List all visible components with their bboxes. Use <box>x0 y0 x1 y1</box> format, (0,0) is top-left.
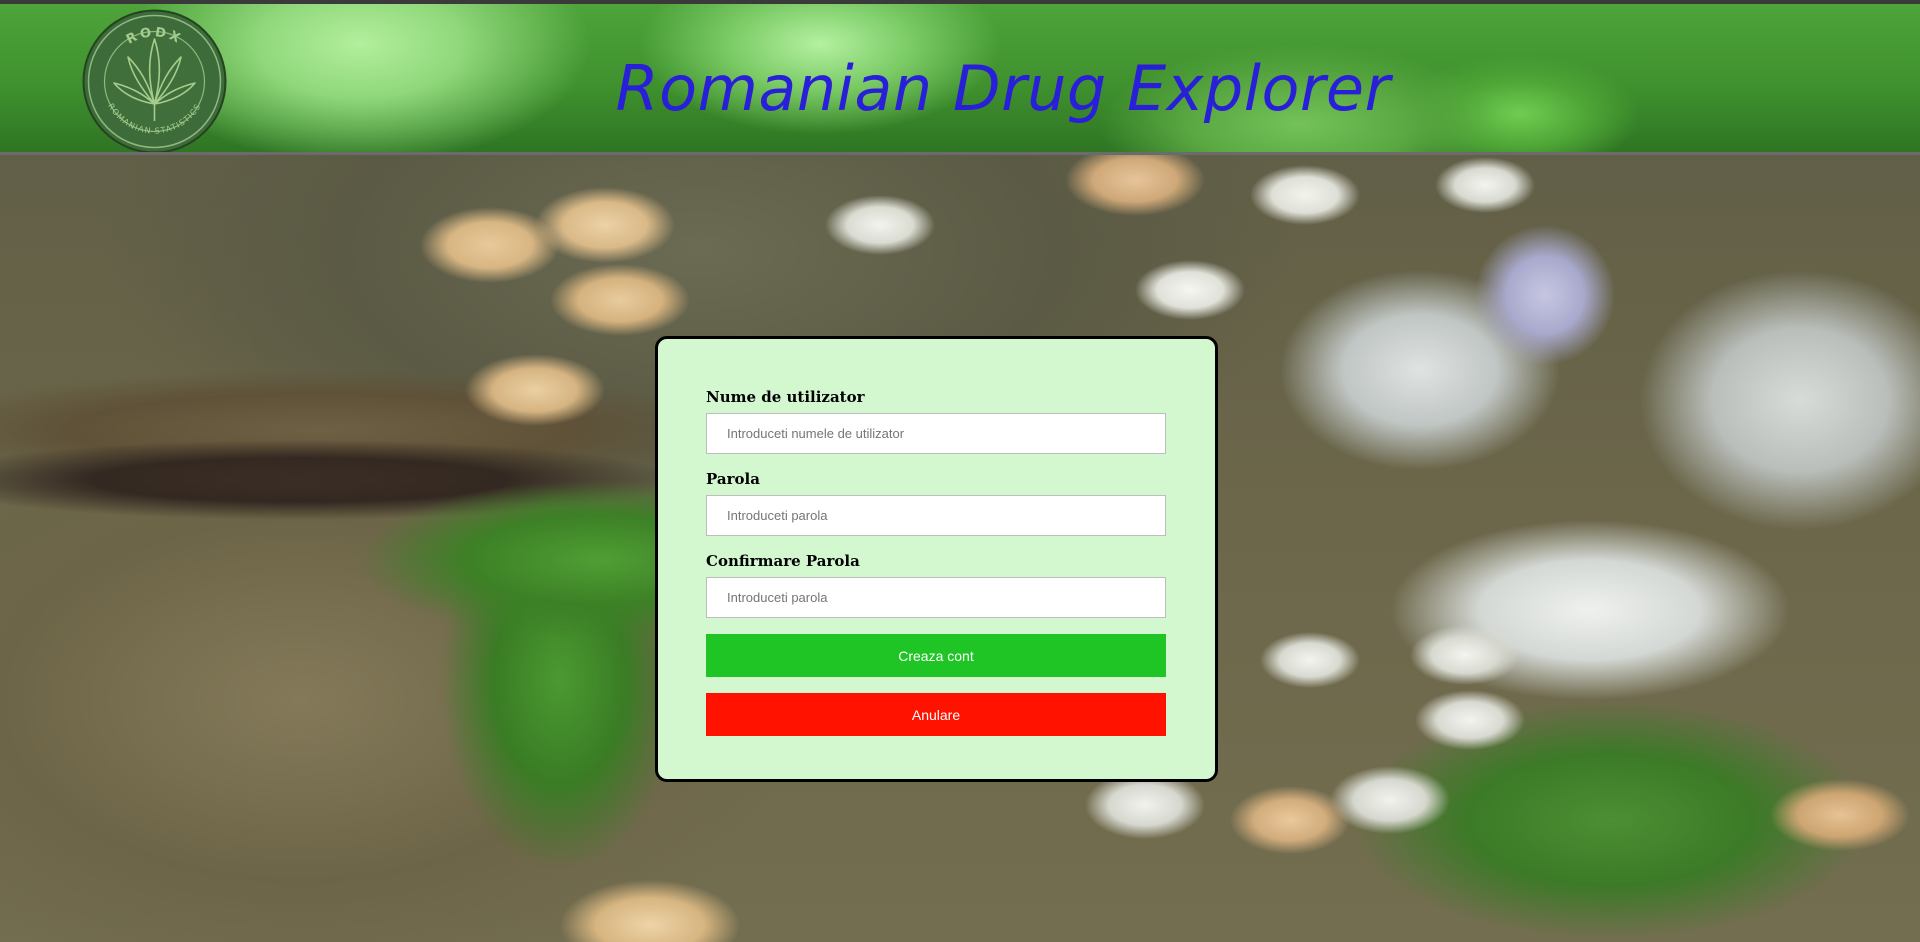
confirm-password-label: Confirmare Parola <box>706 552 860 570</box>
page: RODX ROMANIAN STATISTICS Romanian Drug E… <box>0 0 1920 942</box>
cancel-button[interactable]: Anulare <box>706 693 1166 736</box>
password-label: Parola <box>706 470 760 488</box>
confirm-password-input[interactable] <box>706 577 1166 618</box>
page-title: Romanian Drug Explorer <box>615 52 1391 125</box>
username-input[interactable] <box>706 413 1166 454</box>
register-form: Nume de utilizator Parola Confirmare Par… <box>655 336 1218 782</box>
create-account-button[interactable]: Creaza cont <box>706 634 1166 677</box>
username-label: Nume de utilizator <box>706 388 865 406</box>
site-header: RODX ROMANIAN STATISTICS Romanian Drug E… <box>0 0 1920 155</box>
password-input[interactable] <box>706 495 1166 536</box>
